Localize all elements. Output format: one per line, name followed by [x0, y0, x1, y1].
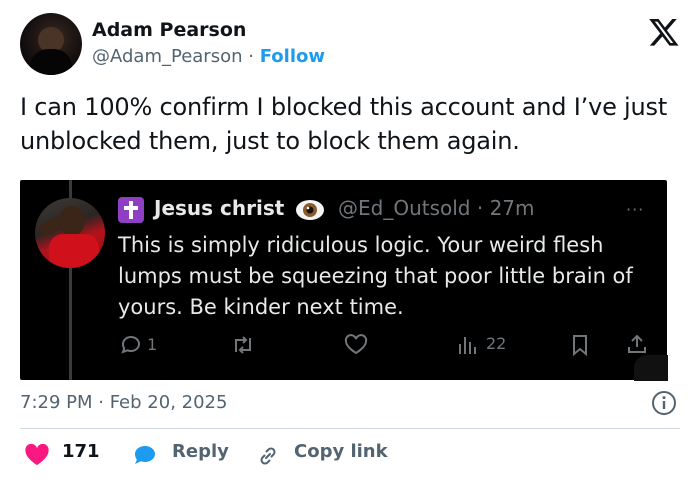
- divider: [20, 428, 680, 429]
- eye-emoji-icon: [296, 200, 324, 220]
- like-heart-icon[interactable]: [24, 444, 50, 466]
- view-count: 22: [486, 334, 507, 353]
- retweet-icon: [235, 336, 251, 354]
- follow-button[interactable]: Follow: [260, 46, 325, 67]
- image-corner: [634, 355, 668, 381]
- reply-icon: [121, 336, 140, 354]
- reply-count: 1: [147, 335, 158, 354]
- quoted-handle-time: @Ed_Outsold · 27m: [338, 196, 535, 220]
- quoted-name: Jesus christ: [154, 196, 285, 220]
- bookmark-icon: [573, 335, 587, 357]
- more-icon: ···: [626, 200, 645, 219]
- quoted-text: This is simply ridiculous logic. Your we…: [118, 233, 633, 319]
- quoted-avatar: [35, 198, 105, 268]
- link-icon[interactable]: [256, 444, 280, 468]
- heart-icon: [344, 334, 368, 355]
- x-logo-icon[interactable]: [648, 16, 680, 48]
- separator: ·: [248, 46, 254, 67]
- like-count[interactable]: 171: [62, 441, 100, 462]
- author-handle[interactable]: @Adam_Pearson: [92, 46, 243, 67]
- quoted-handle: @Ed_Outsold: [338, 196, 471, 220]
- author-avatar[interactable]: [20, 13, 82, 75]
- tweet-text: I can 100% confirm I blocked this accoun…: [20, 93, 668, 155]
- views-icon: [459, 337, 476, 354]
- reply-button[interactable]: Reply: [172, 441, 229, 462]
- quoted-age: 27m: [489, 196, 535, 220]
- author-handle-row: @Adam_Pearson · Follow: [92, 46, 325, 67]
- timestamp[interactable]: 7:29 PM · Feb 20, 2025: [20, 392, 227, 413]
- cross-emoji-icon: [118, 197, 144, 223]
- reply-bubble-icon[interactable]: [132, 443, 158, 467]
- info-icon[interactable]: [651, 390, 677, 416]
- share-icon: [628, 334, 646, 353]
- copy-link-button[interactable]: Copy link: [294, 441, 388, 462]
- author-name[interactable]: Adam Pearson: [92, 19, 246, 41]
